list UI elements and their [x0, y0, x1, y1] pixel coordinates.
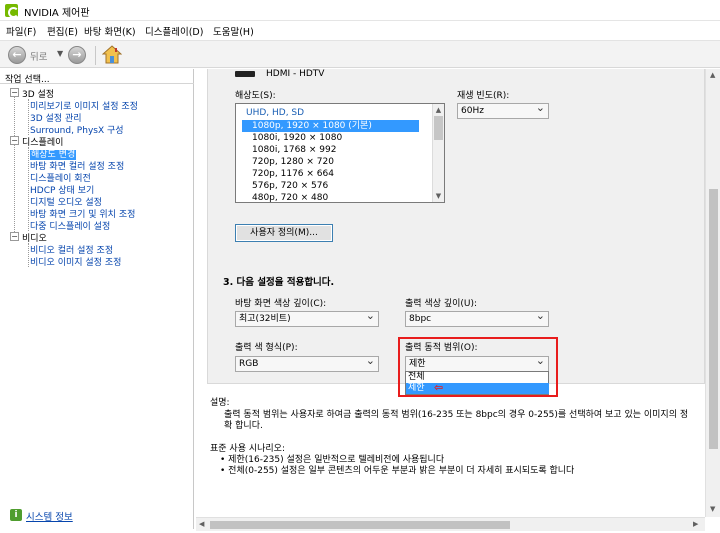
list-item[interactable]: 576p, 720 × 576 [236, 180, 432, 192]
resolution-list[interactable]: UHD, HD, SD 1080p, 1920 × 1080 (기본) 1080… [235, 103, 445, 203]
description-line-1: 출력 동적 범위는 사용자로 하여금 출력의 동적 범위(16-235 또는 8… [224, 410, 689, 420]
system-info-icon[interactable] [10, 509, 22, 521]
back-arrow-icon: ← [12, 48, 22, 61]
list-scrollbar[interactable]: ▲ ▼ [432, 104, 444, 202]
list-group-header: UHD, HD, SD [246, 108, 305, 118]
output-color-depth-label: 출력 색상 깊이(U): [405, 299, 478, 309]
scroll-up-icon[interactable]: ▲ [710, 71, 715, 79]
resolution-label: 해상도(S): [235, 91, 276, 101]
forward-button[interactable]: → [68, 46, 86, 64]
dynamic-range-dropdown[interactable]: 전체 제한 ⇦ [405, 371, 549, 395]
list-item[interactable]: 1080i, 1920 × 1080 [236, 132, 432, 144]
content-hscroll-thumb[interactable] [210, 521, 510, 529]
tree-item-3d-settings[interactable]: 3D 설정 관리 [30, 111, 82, 124]
output-color-format-select[interactable]: RGB [235, 354, 379, 372]
scroll-up-icon[interactable]: ▲ [433, 104, 444, 116]
settings-panel: HDMI - HDTV 해상도(S): 재생 빈도(R): UHD, HD, S… [207, 69, 705, 397]
tree-branch-video [28, 243, 29, 267]
tree-item-digital-audio[interactable]: 디지털 오디오 설정 [30, 195, 102, 208]
output-dynamic-range-select[interactable]: 제한 [405, 354, 549, 372]
tree-item-video-color[interactable]: 비디오 컬러 설정 조정 [30, 243, 113, 256]
task-panel: 작업 선택... − 3D 설정 미리보기로 이미지 설정 조정 3D 설정 관… [0, 69, 194, 529]
menu-file[interactable]: 파일(F) [6, 24, 36, 38]
task-panel-divider [0, 83, 194, 84]
refresh-rate-select[interactable]: 60Hz [457, 101, 549, 119]
step3-title: 3. 다음 설정을 적용합니다. [223, 277, 335, 288]
desktop-color-depth-select[interactable]: 최고(32비트) [235, 309, 379, 327]
scroll-left-icon[interactable]: ◀ [199, 520, 204, 528]
nvidia-logo-icon [5, 4, 19, 18]
list-item[interactable]: 480p, 720 × 480 [236, 192, 432, 202]
window-title: NVIDIA 제어판 [24, 8, 90, 19]
refresh-rate-label: 재생 빈도(R): [457, 91, 510, 101]
tree-branch-display [28, 147, 29, 231]
tree-item-hdcp-status[interactable]: HDCP 상태 보기 [30, 183, 94, 196]
dropdown-option-full[interactable]: 전체 [406, 372, 549, 383]
scenario-bullet-2: • 전체(0-255) 설정은 일부 콘텐츠의 어두운 부분과 밝은 부분이 더… [220, 466, 575, 476]
red-arrow-icon: ⇦ [434, 381, 444, 394]
output-color-format-label: 출력 색 형식(P): [235, 343, 298, 353]
menu-bar: 파일(F) 편집(E) 바탕 화면(K) 디스플레이(D) 도움말(H) [0, 21, 720, 40]
desktop-color-depth-label: 바탕 화면 색상 깊이(C): [235, 299, 327, 309]
scroll-down-icon[interactable]: ▼ [433, 190, 444, 202]
menu-help[interactable]: 도움말(H) [213, 24, 254, 38]
menu-desktop[interactable]: 바탕 화면(K) [84, 24, 136, 38]
content-horizontal-scrollbar[interactable]: ◀ ▶ [196, 517, 705, 531]
scroll-down-icon[interactable]: ▼ [710, 505, 715, 513]
tree-branch-3d [28, 99, 29, 135]
back-button[interactable]: ← [8, 46, 26, 64]
monitor-icon [235, 71, 255, 77]
main-content: HDMI - HDTV 해상도(S): 재생 빈도(R): UHD, HD, S… [196, 69, 705, 517]
content-vertical-scrollbar[interactable]: ▲ ▼ [705, 69, 720, 517]
collapse-icon[interactable]: − [10, 232, 19, 241]
list-item-1080p[interactable]: 1080p, 1920 × 1080 (기본) [242, 120, 419, 132]
title-bar: NVIDIA 제어판 [0, 0, 720, 21]
collapse-icon[interactable]: − [10, 88, 19, 97]
tree-item-multi-display[interactable]: 다중 디스플레이 설정 [30, 219, 110, 232]
tree-item-surround-physx[interactable]: Surround, PhysX 구성 [30, 123, 124, 136]
tree-item-image-preview[interactable]: 미리보기로 이미지 설정 조정 [30, 99, 138, 112]
list-item[interactable]: 720p, 1176 × 664 [236, 168, 432, 180]
toolbar-divider [95, 46, 96, 65]
description-line-2: 확 합니다. [224, 421, 263, 431]
history-dropdown-icon[interactable]: ▼ [57, 49, 63, 58]
menu-edit[interactable]: 편집(E) [47, 24, 78, 38]
tree-item-rotate-display[interactable]: 디스플레이 회전 [30, 171, 91, 184]
display-name: HDMI - HDTV [266, 69, 325, 79]
menu-display[interactable]: 디스플레이(D) [145, 24, 203, 38]
collapse-icon[interactable]: − [10, 136, 19, 145]
tree-trunk [14, 94, 15, 236]
tree-item-desktop-color[interactable]: 바탕 화면 컬러 설정 조정 [30, 159, 124, 172]
dropdown-option-limited[interactable]: 제한 ⇦ [406, 381, 549, 394]
content-scroll-thumb[interactable] [709, 189, 718, 449]
scroll-right-icon[interactable]: ▶ [693, 520, 698, 528]
list-item[interactable]: 1080i, 1768 × 992 [236, 144, 432, 156]
toolbar: ← 뒤로 ▼ → [0, 40, 720, 68]
list-item[interactable]: 720p, 1280 × 720 [236, 156, 432, 168]
tree-item-desktop-size[interactable]: 바탕 화면 크기 및 위치 조정 [30, 207, 135, 220]
forward-arrow-icon: → [72, 48, 82, 61]
tree-item-change-resolution[interactable]: 해상도 변경 [30, 147, 77, 160]
output-color-depth-select[interactable]: 8bpc [405, 309, 549, 327]
list-scroll-thumb[interactable] [434, 116, 443, 140]
output-dynamic-range-label: 출력 동적 범위(O): [405, 343, 478, 353]
system-info-link[interactable]: 시스템 정보 [26, 509, 73, 523]
custom-resolution-button[interactable]: 사용자 정의(M)... [235, 224, 333, 242]
back-label: 뒤로 [30, 52, 48, 63]
home-icon[interactable] [102, 45, 122, 64]
tree-item-video-image[interactable]: 비디오 이미지 설정 조정 [30, 255, 121, 268]
